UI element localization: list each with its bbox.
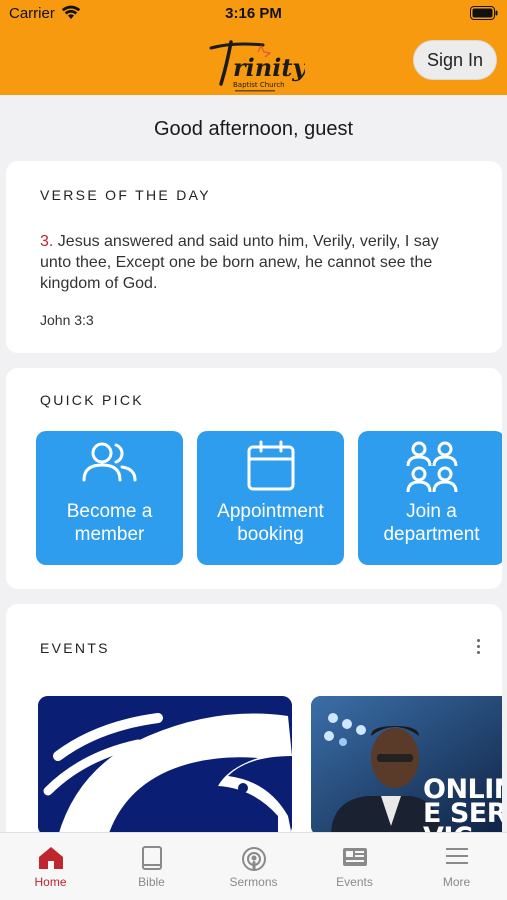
bottom-tab-bar: Home Bible Sermons Events More bbox=[0, 832, 507, 900]
verse-text: 3. Jesus answered and said unto him, Ver… bbox=[40, 231, 470, 294]
join-department-tile[interactable]: Join a department bbox=[358, 431, 502, 565]
app-header: Carrier 3:16 PM rinity Baptist Church Si… bbox=[0, 0, 507, 95]
tab-events[interactable]: Events bbox=[304, 833, 405, 900]
event-online-service-image[interactable]: ONLINE SERVIC bbox=[311, 696, 502, 836]
users-icon bbox=[82, 442, 136, 482]
more-options-icon[interactable] bbox=[474, 637, 482, 659]
events-title: EVENTS bbox=[40, 640, 110, 656]
tab-bible[interactable]: Bible bbox=[101, 833, 202, 900]
appointment-booking-label: Appointment booking bbox=[197, 500, 344, 546]
podcast-icon bbox=[241, 847, 266, 871]
verse-number: 3. bbox=[40, 233, 54, 250]
appointment-booking-tile[interactable]: Appointment booking bbox=[197, 431, 344, 565]
join-department-label: Join a department bbox=[358, 500, 502, 546]
tile-line-2: department bbox=[383, 524, 480, 545]
tab-bible-label: Bible bbox=[138, 875, 165, 889]
status-bar: Carrier 3:16 PM bbox=[0, 0, 507, 28]
tab-home-label: Home bbox=[34, 875, 67, 889]
newspaper-icon bbox=[342, 848, 367, 866]
tab-home[interactable]: Home bbox=[0, 833, 101, 900]
greeting-text: Good afternoon, guest bbox=[153, 118, 354, 140]
quick-pick-card: QUICK PICK Become a member Appointment b… bbox=[6, 368, 502, 589]
become-member-tile[interactable]: Become a member bbox=[36, 431, 183, 565]
tab-events-label: Events bbox=[336, 875, 373, 889]
home-icon bbox=[38, 847, 63, 869]
tab-more[interactable]: More bbox=[406, 833, 507, 900]
battery-icon bbox=[470, 6, 498, 24]
become-member-label: Become a member bbox=[36, 500, 183, 546]
verse-reference: John 3:3 bbox=[40, 312, 94, 328]
church-logo: rinity Baptist Church bbox=[203, 36, 308, 94]
group-icon bbox=[406, 441, 457, 493]
tile-line-2: member bbox=[74, 524, 145, 545]
event-caption: ONLINE SERVIC bbox=[423, 774, 502, 836]
tab-sermons-label: Sermons bbox=[229, 875, 278, 889]
verse-body: Jesus answered and said unto him, Verily… bbox=[40, 233, 439, 292]
sign-in-button[interactable]: Sign In bbox=[413, 40, 497, 80]
event-eagle-image[interactable] bbox=[38, 696, 292, 836]
status-time: 3:16 PM bbox=[225, 5, 282, 22]
tile-line-1: Join a bbox=[406, 501, 457, 522]
menu-icon bbox=[445, 848, 468, 864]
quick-pick-title: QUICK PICK bbox=[40, 392, 144, 408]
svg-text:Baptist Church: Baptist Church bbox=[233, 81, 285, 89]
tab-sermons[interactable]: Sermons bbox=[203, 833, 304, 900]
verse-of-the-day-card[interactable]: VERSE OF THE DAY 3. Jesus answered and s… bbox=[6, 161, 502, 353]
verse-card-title: VERSE OF THE DAY bbox=[40, 187, 211, 203]
tile-line-1: Appointment bbox=[217, 501, 324, 522]
tile-line-1: Become a bbox=[66, 501, 153, 522]
svg-text:rinity: rinity bbox=[233, 53, 305, 82]
calendar-icon bbox=[247, 440, 294, 491]
tile-line-2: booking bbox=[237, 524, 304, 545]
book-icon bbox=[141, 846, 162, 870]
tab-more-label: More bbox=[442, 875, 471, 889]
